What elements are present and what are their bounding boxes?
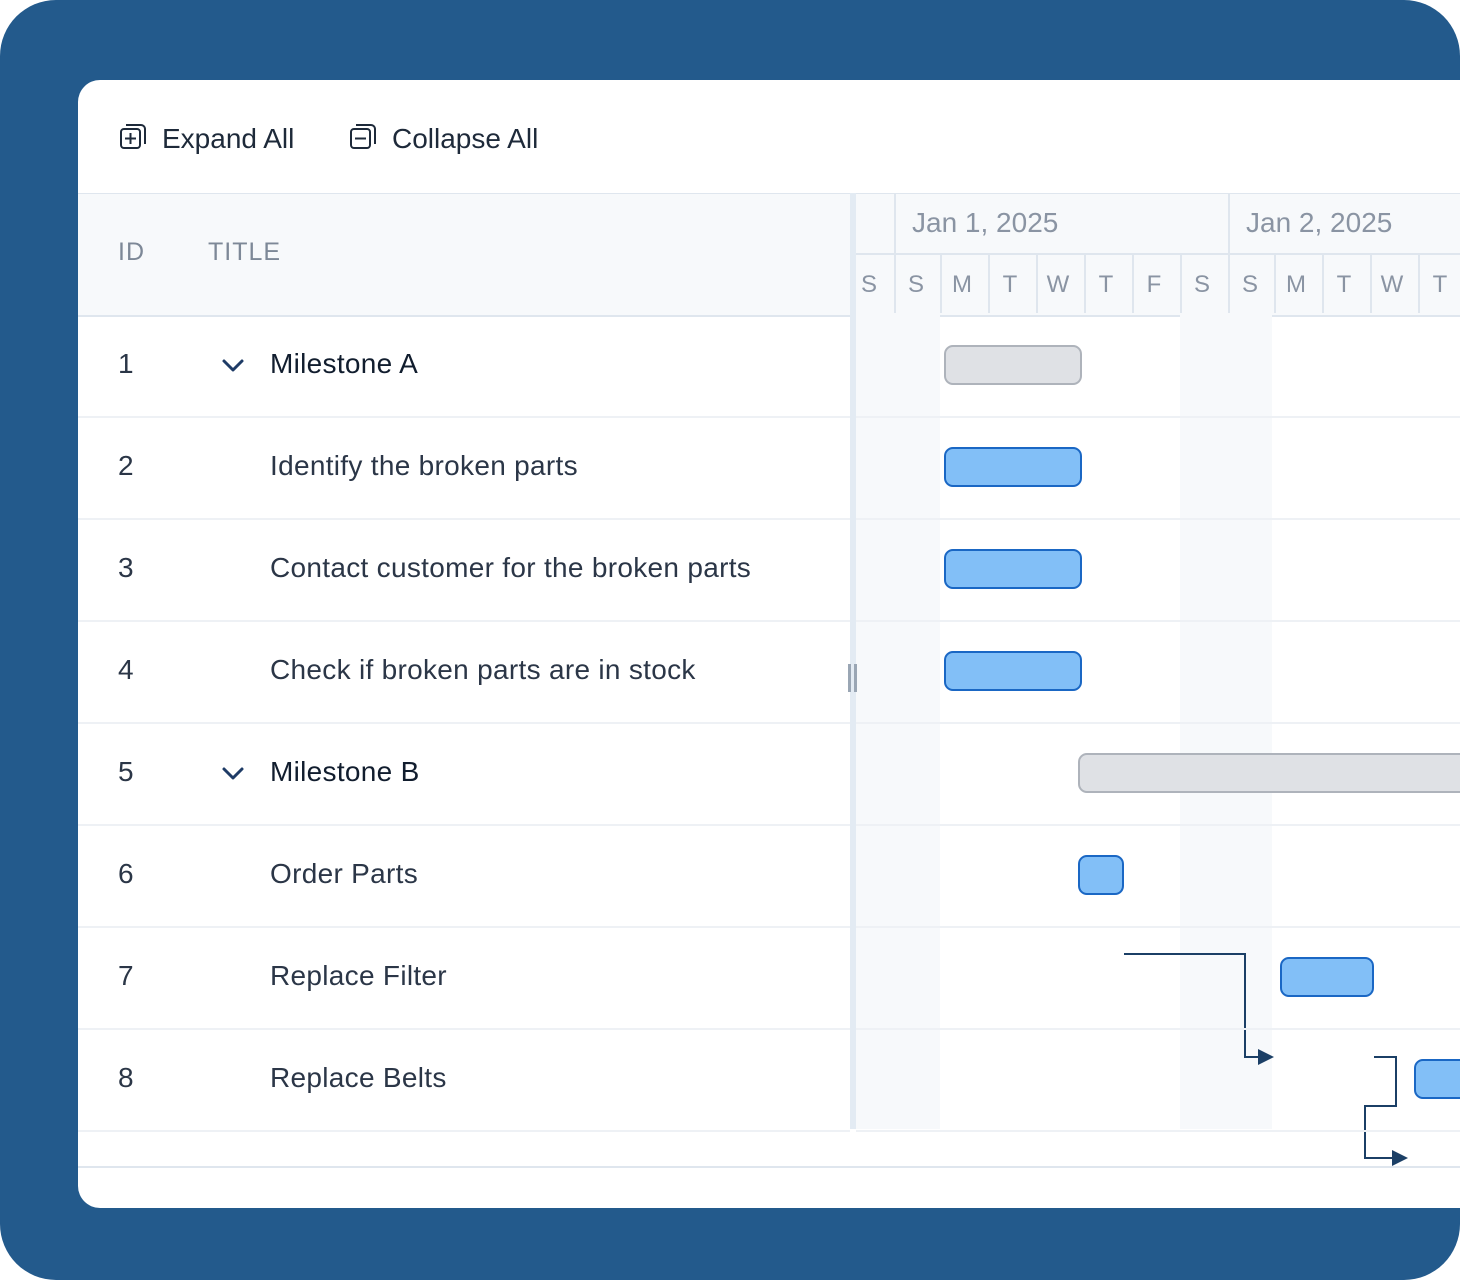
collapse-all-icon <box>348 121 378 158</box>
milestone-a-bar[interactable] <box>944 345 1082 385</box>
row-id: 5 <box>118 756 134 787</box>
day-divider <box>1322 255 1324 313</box>
table-row[interactable]: 6 Order Parts <box>78 824 850 928</box>
timeline-row-divider <box>856 518 1460 520</box>
milestone-b-bar[interactable] <box>1078 753 1460 793</box>
footer-divider <box>78 1166 1460 1168</box>
task-bar[interactable] <box>1414 1059 1460 1099</box>
id-column-header[interactable]: ID <box>118 238 145 267</box>
title-column-header[interactable]: TITLE <box>208 238 281 267</box>
day-divider <box>1180 255 1182 313</box>
task-title: Order Parts <box>270 858 419 889</box>
row-id: 4 <box>118 654 134 685</box>
gantt-timeline: Jan 1, 2025 Jan 2, 2025 SSMTWTFSSMTWT <box>856 193 1460 1166</box>
row-id: 1 <box>118 348 134 379</box>
task-title: Contact customer for the broken parts <box>270 552 752 583</box>
table-row[interactable]: 3 Contact customer for the broken parts <box>78 518 850 622</box>
table-row[interactable]: 5 Milestone B <box>78 722 850 826</box>
day-divider <box>1274 255 1276 313</box>
table-row[interactable]: 8 Replace Belts <box>78 1028 850 1132</box>
milestone-title: Milestone B <box>270 756 420 787</box>
timeline-row-divider <box>856 722 1460 724</box>
chevron-down-icon[interactable] <box>218 350 248 380</box>
task-title: Replace Belts <box>270 1062 447 1093</box>
task-bar[interactable] <box>1280 957 1374 997</box>
app-frame: Expand All Collapse All ID TITLE 1 Milest… <box>0 0 1460 1280</box>
expand-all-label: Expand All <box>162 123 295 154</box>
dependency-arrow <box>1124 953 1274 1065</box>
task-title: Check if broken parts are in stock <box>270 654 696 685</box>
table-row[interactable]: 1 Milestone A <box>78 314 850 418</box>
row-id: 2 <box>118 450 134 481</box>
task-title: Identify the broken parts <box>270 450 578 481</box>
day-divider <box>1084 255 1086 313</box>
chevron-down-icon[interactable] <box>218 758 248 788</box>
day-divider <box>1132 255 1134 313</box>
day-divider <box>1370 255 1372 313</box>
task-bar[interactable] <box>944 651 1082 691</box>
day-divider <box>1036 255 1038 313</box>
timeline-row-divider <box>856 824 1460 826</box>
task-bar[interactable] <box>944 447 1082 487</box>
dependency-arrow <box>1364 1056 1408 1166</box>
timeline-row-divider <box>856 1130 1460 1132</box>
timeline-row-divider <box>856 416 1460 418</box>
day-divider <box>1228 255 1230 313</box>
task-title: Replace Filter <box>270 960 447 991</box>
table-row[interactable]: 7 Replace Filter <box>78 926 850 1030</box>
collapse-all-button[interactable]: Collapse All <box>348 118 538 160</box>
expand-all-button[interactable]: Expand All <box>118 118 294 160</box>
table-row[interactable]: 2 Identify the broken parts <box>78 416 850 520</box>
splitter-handle-icon[interactable] <box>847 664 859 692</box>
milestone-title: Milestone A <box>270 348 419 379</box>
timeline-row-divider <box>856 1028 1460 1030</box>
collapse-all-label: Collapse All <box>392 123 539 154</box>
task-bar[interactable] <box>944 549 1082 589</box>
row-id: 8 <box>118 1062 134 1093</box>
expand-all-icon <box>118 121 148 158</box>
table-row[interactable]: 4 Check if broken parts are in stock <box>78 620 850 724</box>
row-id: 7 <box>118 960 134 991</box>
row-id: 3 <box>118 552 134 583</box>
row-id: 6 <box>118 858 134 889</box>
day-divider <box>1418 255 1420 313</box>
grid-splitter[interactable] <box>850 193 856 1129</box>
day-divider <box>940 255 942 313</box>
timeline-row-divider <box>856 620 1460 622</box>
timeline-row-divider <box>856 926 1460 928</box>
gantt-panel: Expand All Collapse All ID TITLE 1 Milest… <box>78 80 1460 1208</box>
task-bar[interactable] <box>1078 855 1124 895</box>
day-divider <box>894 255 896 313</box>
day-divider <box>988 255 990 313</box>
